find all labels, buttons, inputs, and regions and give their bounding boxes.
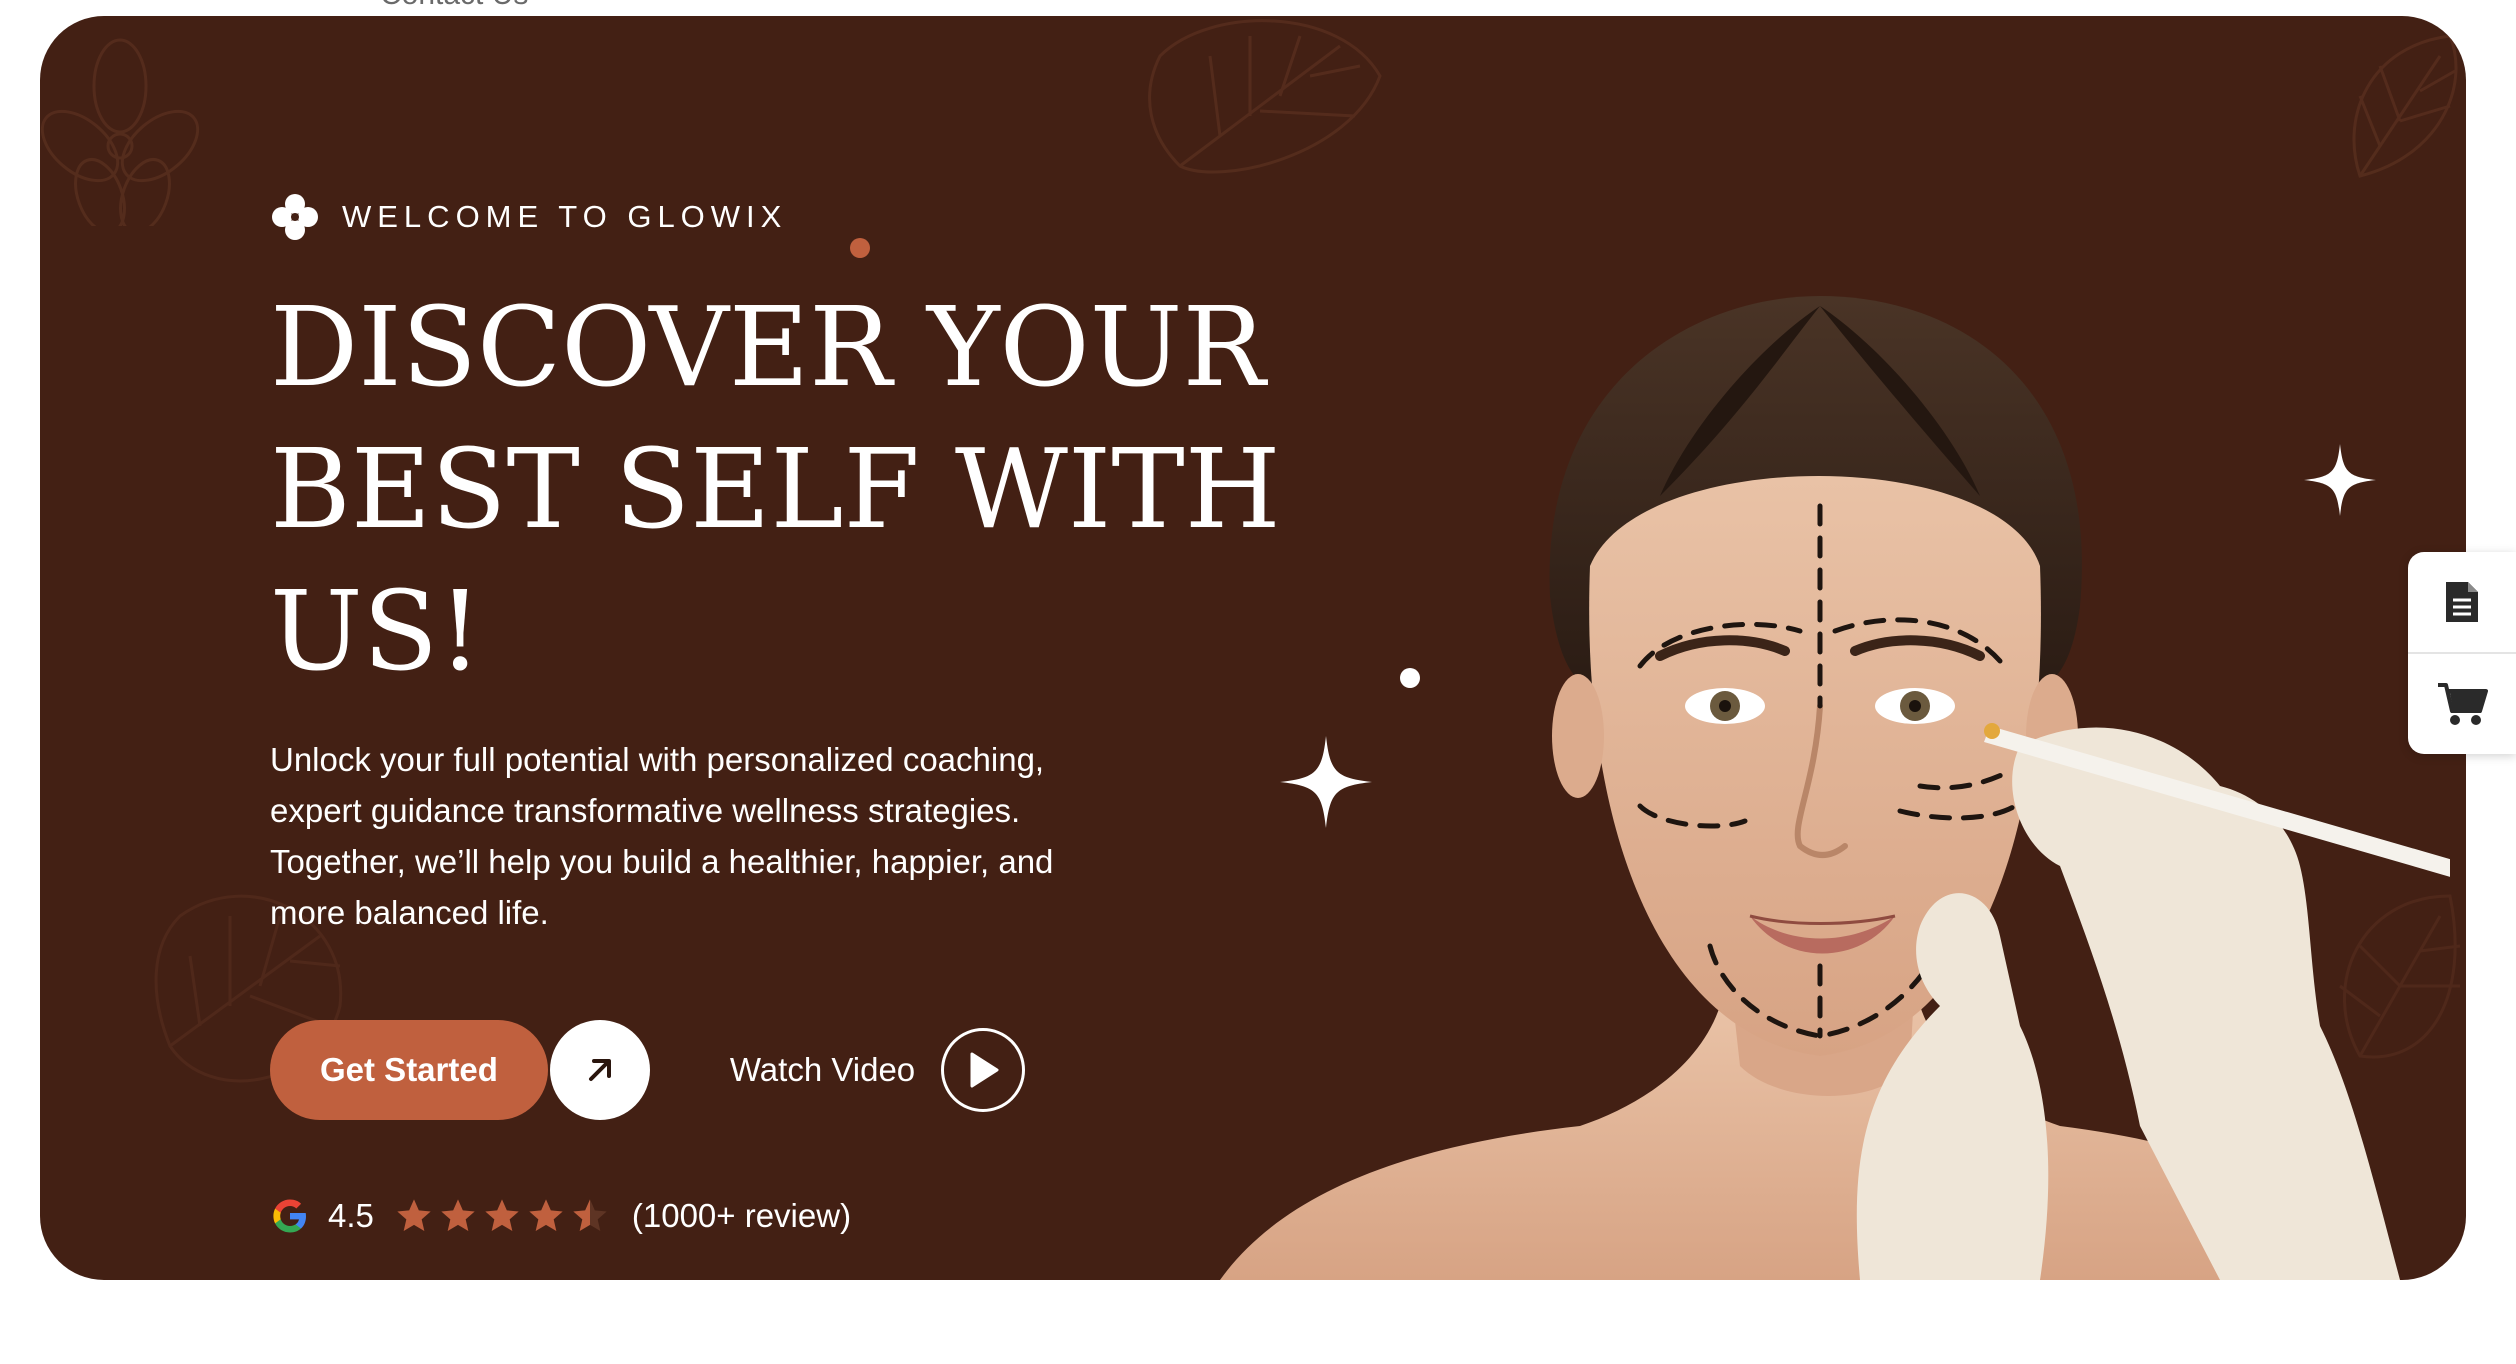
hero-cta-group: Get Started Watch Video	[270, 1020, 1026, 1120]
star-icon	[397, 1199, 431, 1231]
arrow-button[interactable]	[549, 1020, 650, 1120]
cart-icon	[2438, 683, 2488, 725]
hero-title-line: BEST SELF WITH	[270, 425, 1281, 553]
document-icon	[2446, 582, 2478, 622]
description-line: more balanced life.	[270, 894, 549, 931]
hero-section: WELCOME TO GLOWIX DISCOVER YOUR BEST SEL…	[40, 16, 2466, 1280]
rating-score: 4.5	[328, 1197, 374, 1234]
flower-icon	[272, 194, 318, 240]
leaf-decoration-icon	[1148, 19, 1382, 174]
hero-eyebrow: WELCOME TO GLOWIX	[270, 192, 787, 242]
play-icon	[970, 1052, 999, 1088]
hero-title-line: US!	[270, 567, 483, 695]
watch-video-button[interactable]: Watch Video	[729, 1028, 1026, 1112]
description-line: Together, we’ll help you build a healthi…	[270, 843, 1054, 880]
hero-title: DISCOVER YOUR BEST SELF WITH US!	[270, 276, 1320, 702]
arrow-up-right-icon	[588, 1059, 611, 1081]
document-button[interactable]	[2408, 552, 2516, 652]
google-icon	[273, 1199, 306, 1233]
star-icon	[529, 1199, 563, 1231]
star-half-icon	[573, 1199, 607, 1231]
get-started-button[interactable]: Get Started	[270, 1020, 548, 1120]
star-icon	[441, 1199, 475, 1231]
decorative-dot	[850, 238, 870, 258]
hero-title-line: DISCOVER YOUR	[270, 283, 1266, 411]
nav-contact-link[interactable]: Contact Us	[380, 0, 528, 12]
leaf-decoration-icon	[40, 38, 200, 226]
hero-description: Unlock your full potential with personal…	[270, 734, 1170, 938]
description-line: expert guidance transformative wellness …	[270, 792, 1021, 829]
star-icon	[485, 1199, 519, 1231]
watch-video-label: Watch Video	[729, 1051, 916, 1088]
cart-button[interactable]	[2408, 654, 2516, 754]
side-floating-widget	[2408, 552, 2516, 754]
hero-portrait-image	[1220, 296, 2450, 1280]
description-line: Unlock your full potential with personal…	[270, 741, 1045, 778]
play-button[interactable]	[941, 1028, 1026, 1112]
star-rating	[394, 1196, 610, 1236]
rating-row: 4.5 (1000+ review)	[270, 1196, 851, 1236]
leaf-decoration-icon	[2352, 34, 2458, 178]
eyebrow-text: WELCOME TO GLOWIX	[342, 199, 788, 234]
review-count: (1000+ review)	[631, 1197, 852, 1234]
